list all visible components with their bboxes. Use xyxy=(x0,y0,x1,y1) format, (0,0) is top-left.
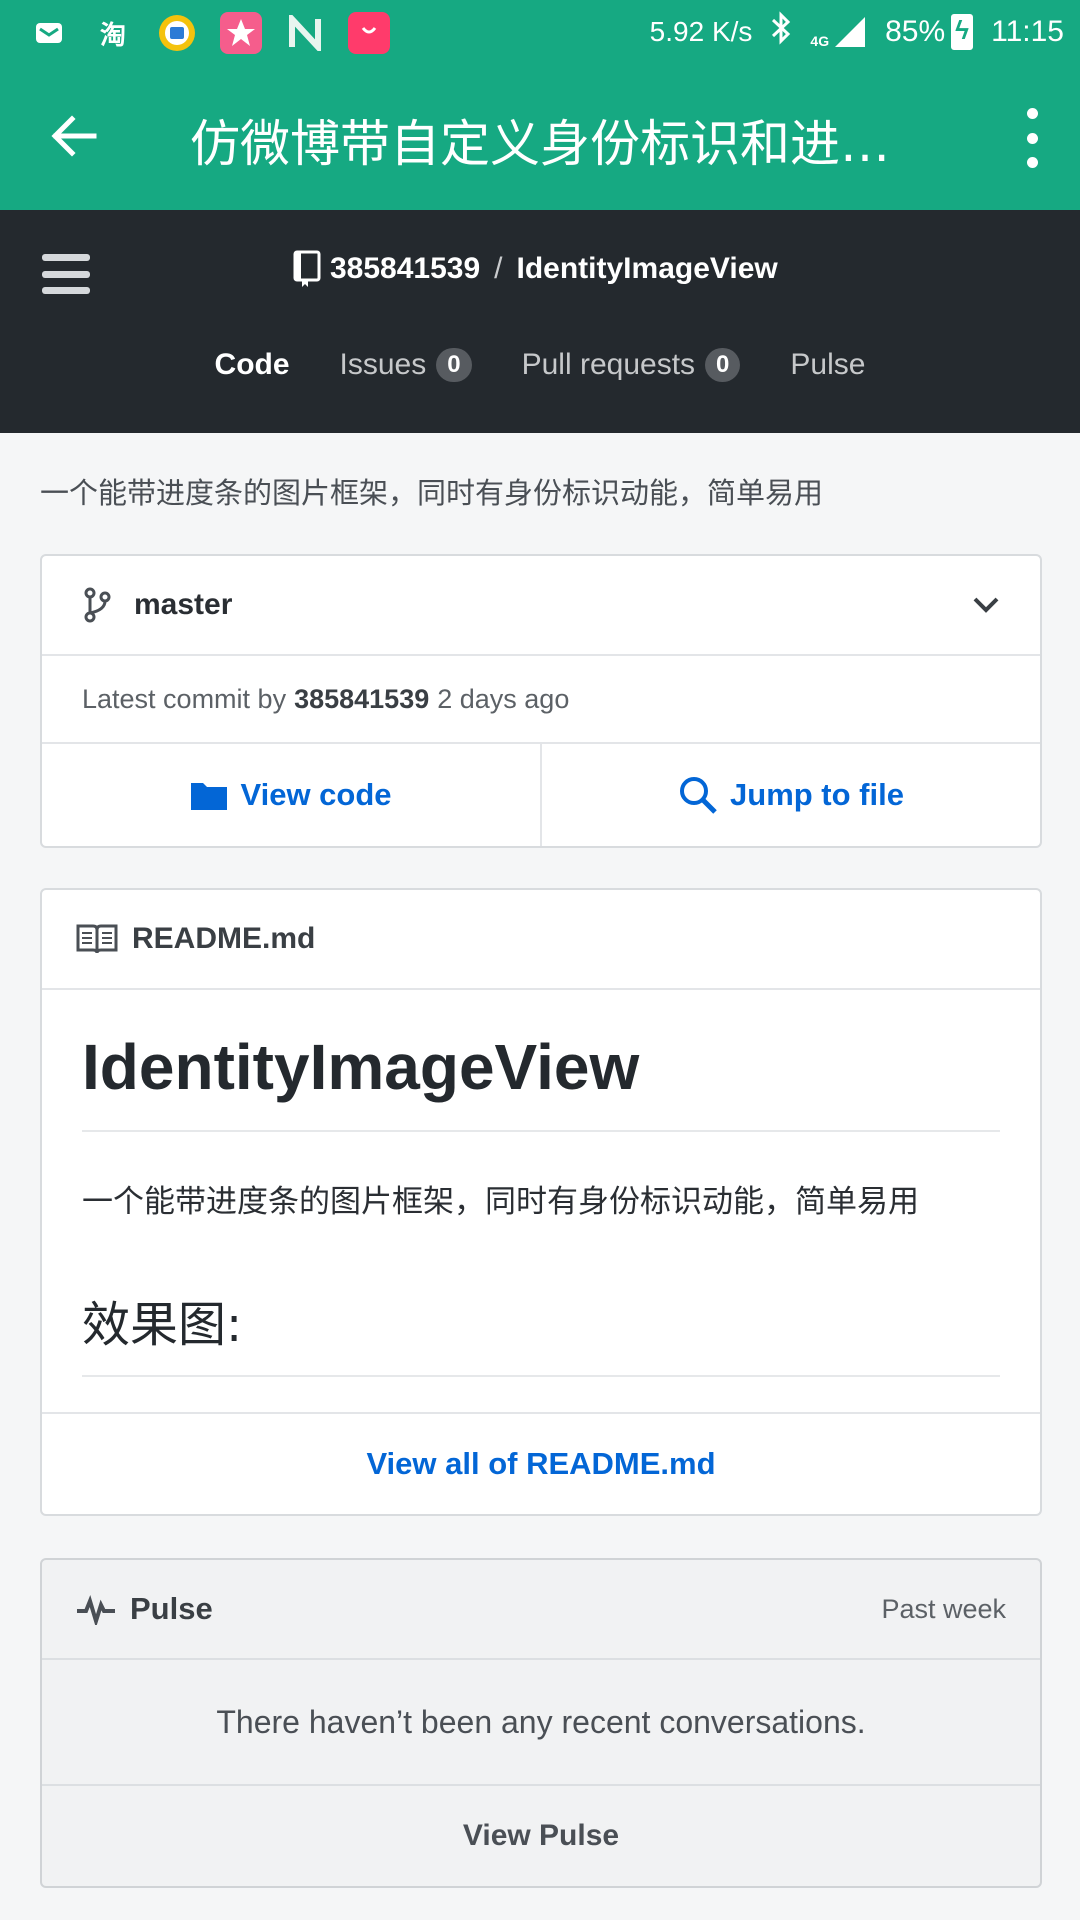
back-button[interactable] xyxy=(44,106,104,166)
battery: 85% xyxy=(885,14,974,50)
readme-card: README.md IdentityImageView 一个能带进度条的图片框架… xyxy=(40,888,1042,1516)
view-code-button[interactable]: View code xyxy=(42,744,540,846)
tab-issues[interactable]: Issues 0 xyxy=(340,348,472,382)
battery-icon xyxy=(951,14,974,50)
page-title: 仿微博带自定义身份标识和进度条的图片框架 xyxy=(190,115,930,173)
pulse-empty-message: There haven’t been any recent conversati… xyxy=(42,1660,1040,1786)
commit-author-link[interactable]: 385841539 xyxy=(294,684,429,715)
arrow-left-icon xyxy=(51,115,97,157)
repo-separator: / xyxy=(494,252,503,285)
pulse-icon xyxy=(77,1594,115,1625)
net-speed: 5.92 K/s xyxy=(649,16,753,47)
status-notification-icons: 淘 xyxy=(28,12,390,54)
pulse-title: Pulse xyxy=(130,1591,213,1626)
book-icon xyxy=(76,924,118,954)
view-all-readme-link[interactable]: View all of README.md xyxy=(42,1414,1040,1514)
tab-pull-requests[interactable]: Pull requests 0 xyxy=(522,348,741,382)
branch-name: master xyxy=(134,588,233,621)
pulse-period: Past week xyxy=(881,1593,1006,1624)
mail-icon xyxy=(28,12,70,54)
readme-heading: IdentityImageView xyxy=(82,1030,1000,1132)
search-icon xyxy=(680,777,717,814)
latest-commit: Latest commit by 385841539 2 days ago xyxy=(42,656,1040,744)
shopping-bag-icon xyxy=(348,12,390,54)
overflow-menu-button[interactable] xyxy=(1020,108,1044,168)
pull-requests-count-badge: 0 xyxy=(705,348,741,382)
readme-filename: README.md xyxy=(132,922,316,955)
commit-time: 2 days ago xyxy=(437,683,570,714)
app-bar: 仿微博带自定义身份标识和进度条的图片框架 xyxy=(0,64,1080,210)
battery-level: 85% xyxy=(885,15,946,48)
repo-icon xyxy=(293,250,321,287)
pulse-card: Pulse Past week There haven’t been any r… xyxy=(40,1558,1042,1888)
issues-count-badge: 0 xyxy=(436,348,472,382)
taobao-icon: 淘 xyxy=(99,19,126,50)
repo-name-link[interactable]: IdentityImageView xyxy=(517,252,778,286)
repo-tabs: Code Issues 0 Pull requests 0 Pulse xyxy=(0,348,1080,382)
branch-card: master Latest commit by 385841539 2 days… xyxy=(40,554,1042,848)
folder-icon xyxy=(191,783,228,810)
pulse-header: Pulse Past week xyxy=(42,1560,1040,1660)
n-app-icon xyxy=(284,12,326,54)
status-right-cluster: 5.92 K/s 4G 85% 11:15 xyxy=(650,10,1064,54)
repo-description: 一个能带进度条的图片框架，同时有身份标识动能，简单易用 xyxy=(40,476,824,510)
tab-pulse[interactable]: Pulse xyxy=(790,348,865,382)
clock: 11:15 xyxy=(991,15,1064,48)
github-repo-header: 385841539 / IdentityImageView Code Issue… xyxy=(0,210,1080,433)
readme-content: IdentityImageView 一个能带进度条的图片框架，同时有身份标识动能… xyxy=(42,990,1040,1414)
git-branch-icon xyxy=(84,587,111,623)
signal-icon: 4G xyxy=(810,15,867,49)
code-actions: View code Jump to file xyxy=(42,744,1040,846)
jump-to-file-button[interactable]: Jump to file xyxy=(540,744,1040,846)
readme-subheading: 效果图: xyxy=(82,1285,1000,1377)
readme-header: README.md xyxy=(42,890,1040,990)
bluetooth-icon xyxy=(770,10,792,54)
view-pulse-button[interactable]: View Pulse xyxy=(42,1786,1040,1886)
book-app-icon xyxy=(156,12,198,54)
status-bar: 淘 5.92 K/s 4G 85% 11:15 xyxy=(0,0,1080,64)
star-app-icon xyxy=(220,12,262,54)
chevron-down-icon xyxy=(973,597,999,613)
branch-selector[interactable]: master xyxy=(42,556,1040,656)
repo-breadcrumb: 385841539 / IdentityImageView xyxy=(292,250,778,288)
readme-paragraph: 一个能带进度条的图片框架，同时有身份标识动能，简单易用 xyxy=(82,1184,919,1220)
network-type: 4G xyxy=(810,33,830,49)
hamburger-menu-icon[interactable] xyxy=(42,254,90,294)
repo-owner-link[interactable]: 385841539 xyxy=(330,252,480,286)
tab-code[interactable]: Code xyxy=(215,348,290,382)
